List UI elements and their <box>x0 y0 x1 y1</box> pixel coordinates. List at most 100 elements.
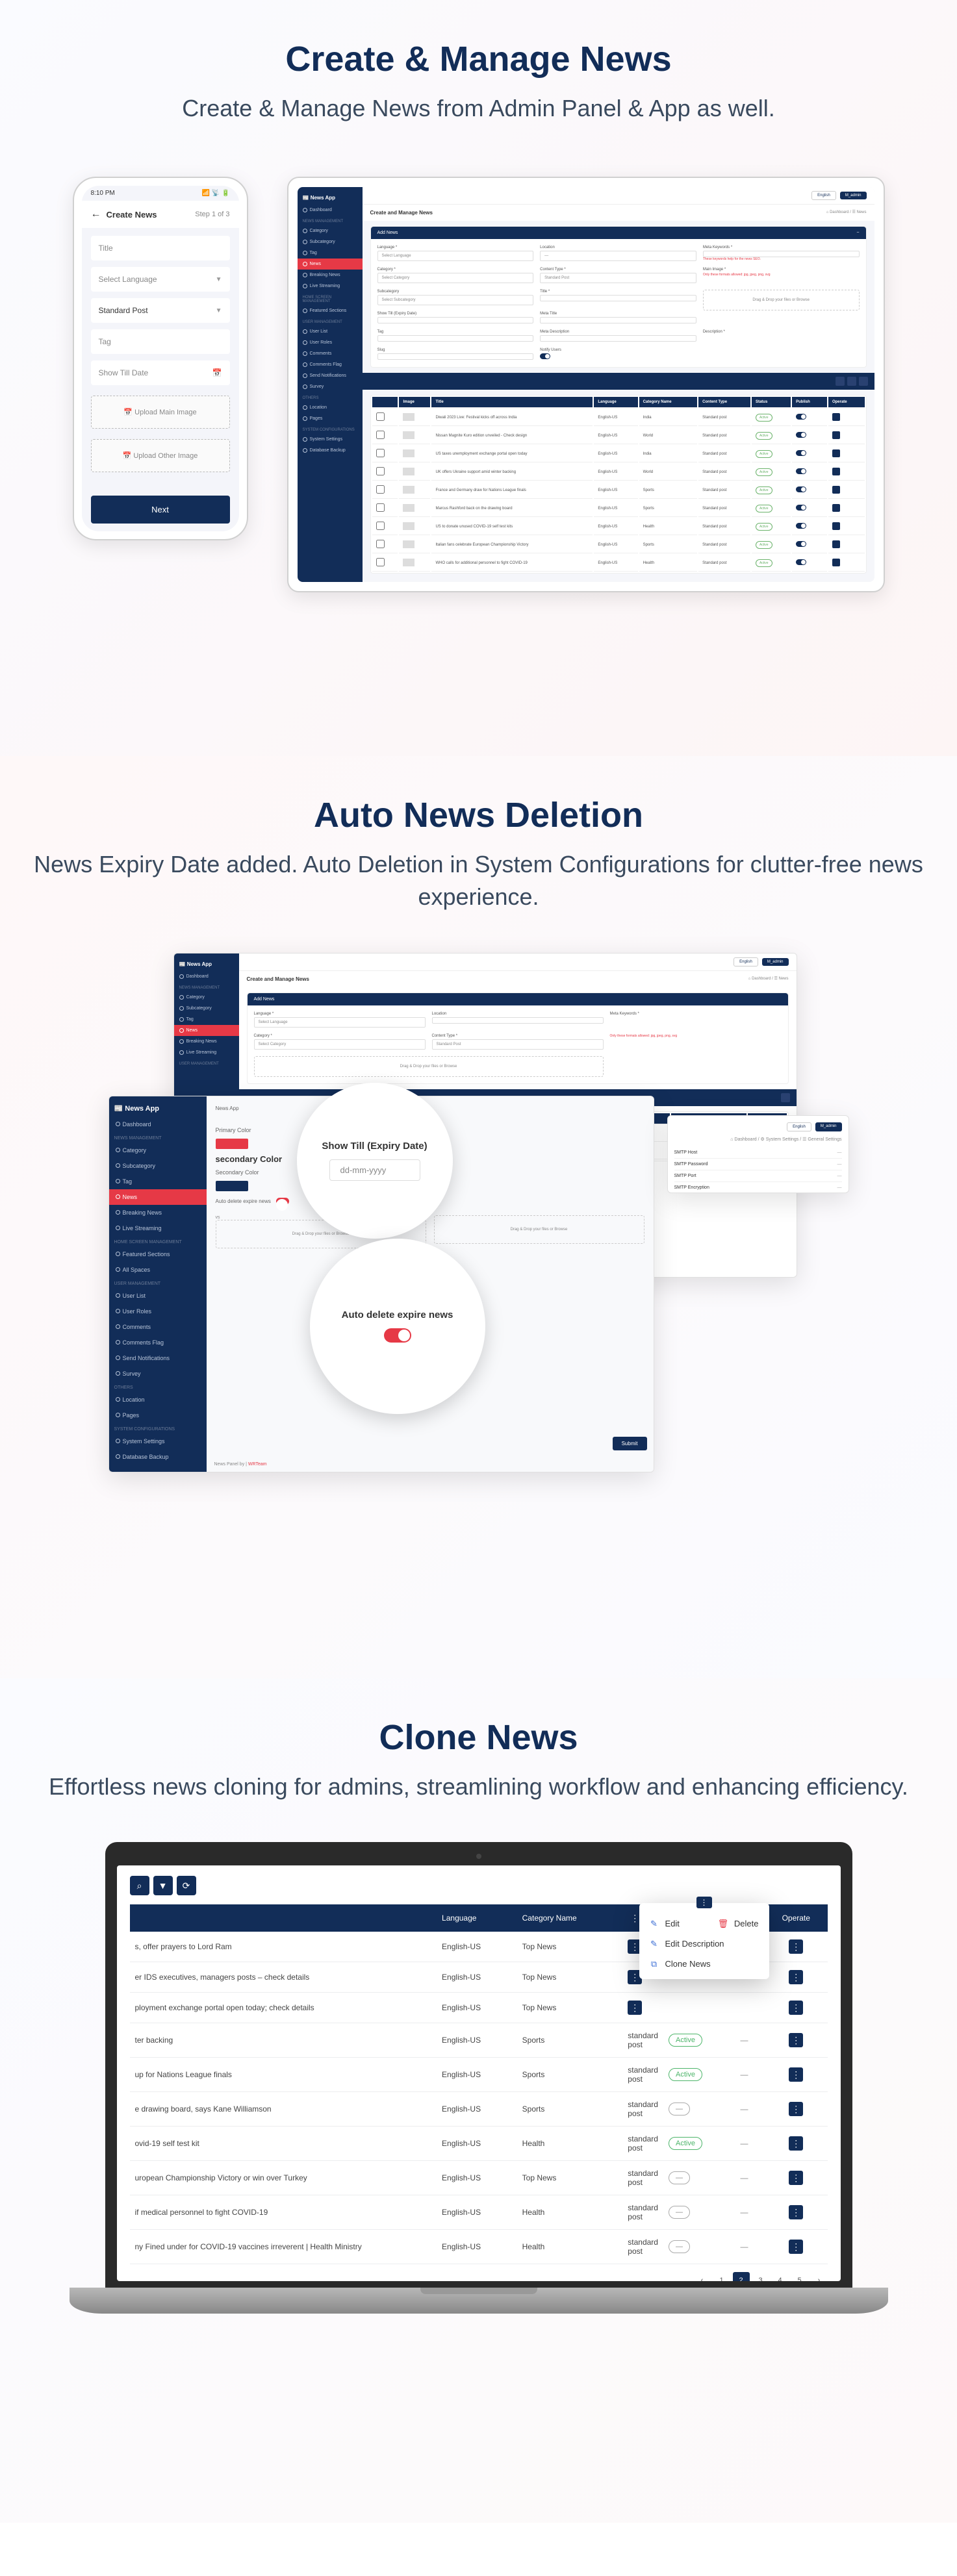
show-till-input[interactable] <box>377 317 534 323</box>
sidebar-item[interactable]: Comments <box>109 1319 207 1335</box>
sidebar-item[interactable]: Survey <box>298 381 363 392</box>
row-checkbox[interactable] <box>376 485 385 494</box>
upload-main-image[interactable]: 📅 Upload Main Image <box>91 396 230 429</box>
sidebar-item[interactable]: Subcategory <box>174 1003 239 1014</box>
sidebar-item-dashboard[interactable]: Dashboard <box>298 205 363 216</box>
tag-input[interactable]: Tag <box>91 329 230 354</box>
sidebar-item[interactable]: Featured Sections <box>109 1246 207 1262</box>
language-select[interactable]: Select Language <box>377 251 534 261</box>
row-menu-button[interactable]: ⋮ <box>789 2102 803 2116</box>
sidebar-item[interactable]: Pages <box>298 413 363 424</box>
search-icon[interactable] <box>836 377 845 386</box>
sidebar-item[interactable]: User Roles <box>109 1304 207 1319</box>
color-swatch[interactable] <box>216 1139 248 1149</box>
menu-clone-news[interactable]: ⧉Clone News <box>639 1954 769 1974</box>
lang-pill[interactable]: English <box>734 957 758 966</box>
location-select[interactable]: — <box>540 251 696 261</box>
date-input[interactable]: dd-mm-yyyy <box>329 1159 420 1181</box>
row-menu-button[interactable] <box>832 468 840 475</box>
sidebar-item[interactable]: Featured Sections <box>298 305 363 316</box>
sidebar-item[interactable]: Tag <box>174 1014 239 1025</box>
refresh-button[interactable]: ⟳ <box>177 1876 196 1895</box>
post-type-select[interactable]: Standard Post▼ <box>91 298 230 323</box>
sidebar-item[interactable]: Subcategory <box>109 1158 207 1174</box>
back-icon[interactable]: ← <box>91 208 101 220</box>
lang-pill[interactable]: English <box>787 1122 811 1131</box>
col-checkbox[interactable] <box>372 397 398 408</box>
sidebar-item[interactable]: Pages <box>109 1408 207 1423</box>
meta-desc-input[interactable] <box>540 335 696 342</box>
meta-title-input[interactable] <box>540 317 696 323</box>
publish-toggle[interactable] <box>796 432 806 438</box>
search-button[interactable]: ⌕ <box>130 1876 149 1895</box>
row-checkbox[interactable] <box>376 540 385 548</box>
sidebar-item[interactable]: Send Notifications <box>109 1350 207 1366</box>
submit-button[interactable]: Submit <box>613 1437 647 1450</box>
page-num[interactable]: 1 <box>713 2272 730 2281</box>
row-menu-button[interactable] <box>832 413 840 421</box>
row-checkbox[interactable] <box>376 503 385 512</box>
sidebar-item[interactable]: Survey <box>109 1366 207 1382</box>
language-select[interactable]: Select Language▼ <box>91 267 230 292</box>
sidebar-item[interactable]: Location <box>109 1392 207 1408</box>
content-type-select[interactable]: Standard Post <box>540 273 696 283</box>
row-menu-button[interactable]: ⋮ <box>789 2205 803 2219</box>
sidebar-item[interactable]: System Settings <box>109 1433 207 1449</box>
publish-toggle[interactable] <box>796 486 806 492</box>
sidebar-item[interactable]: System Settings <box>298 434 363 445</box>
page-prev[interactable]: ‹ <box>694 2272 711 2281</box>
sidebar-item[interactable]: Tag <box>109 1174 207 1189</box>
row-menu-button[interactable]: ⋮ <box>789 2033 803 2047</box>
publish-toggle[interactable] <box>796 541 806 547</box>
sidebar-item[interactable]: User List <box>298 326 363 337</box>
menu-delete[interactable]: 🗑Delete <box>708 1913 769 1934</box>
sidebar-item[interactable]: Category <box>174 992 239 1003</box>
sidebar-item[interactable]: Comments <box>298 348 363 359</box>
sidebar-item[interactable]: News <box>174 1025 239 1036</box>
publish-toggle[interactable] <box>796 523 806 529</box>
sidebar-item[interactable]: Tag <box>298 247 363 259</box>
sidebar-item[interactable]: Database Backup <box>298 445 363 456</box>
page-num[interactable]: 5 <box>791 2272 808 2281</box>
kebab-icon[interactable]: ⋮ <box>696 1897 712 1908</box>
page-next[interactable]: › <box>811 2272 828 2281</box>
row-menu-button[interactable]: ⋮ <box>789 2240 803 2254</box>
row-menu-button[interactable] <box>832 449 840 457</box>
subcategory-select[interactable]: Select Subcategory <box>377 295 534 305</box>
user-pill[interactable]: M_admin <box>762 958 789 966</box>
row-menu-button[interactable]: ⋮ <box>789 2067 803 2082</box>
category-select[interactable]: Select Category <box>377 273 534 283</box>
sidebar-item[interactable]: Send Notifications <box>298 370 363 381</box>
publish-toggle[interactable] <box>796 468 806 474</box>
upload-dropzone[interactable]: Drag & Drop your files or Browse <box>703 290 860 310</box>
sidebar-item[interactable]: Comments Flag <box>298 359 363 370</box>
page-num[interactable]: 3 <box>752 2272 769 2281</box>
sidebar-item[interactable]: Category <box>298 225 363 236</box>
sidebar-item[interactable]: Database Backup <box>109 1449 207 1465</box>
row-menu-button[interactable] <box>832 486 840 494</box>
sidebar-item[interactable]: Breaking News <box>109 1205 207 1220</box>
publish-toggle[interactable] <box>796 559 806 565</box>
upload-other-image[interactable]: 📅 Upload Other Image <box>91 439 230 472</box>
sidebar-item[interactable]: Subcategory <box>298 236 363 247</box>
show-till-input[interactable]: Show Till Date📅 <box>91 360 230 385</box>
row-checkbox[interactable] <box>376 449 385 457</box>
sidebar-item[interactable]: News <box>109 1189 207 1205</box>
filter-button[interactable]: ▼ <box>153 1876 173 1895</box>
row-checkbox[interactable] <box>376 412 385 421</box>
sidebar-item[interactable]: All Spaces <box>109 1262 207 1278</box>
auto-delete-toggle[interactable] <box>276 1198 289 1205</box>
sidebar-item[interactable]: User List <box>109 1288 207 1304</box>
auto-delete-toggle[interactable] <box>384 1328 411 1343</box>
slug-input[interactable] <box>377 353 534 360</box>
sidebar-item-dashboard[interactable]: Dashboard <box>174 971 239 982</box>
sidebar-item[interactable]: Live Streaming <box>174 1047 239 1058</box>
upload-dropzone[interactable]: Drag & Drop your files or Browse <box>434 1215 644 1244</box>
publish-toggle[interactable] <box>796 414 806 420</box>
sidebar-item[interactable]: Breaking News <box>298 270 363 281</box>
page-num[interactable]: 2 <box>733 2272 750 2281</box>
row-checkbox[interactable] <box>376 467 385 475</box>
sidebar-item[interactable]: User Roles <box>298 337 363 348</box>
title-input[interactable] <box>540 295 696 301</box>
row-menu-button[interactable]: ⋮ <box>789 1970 803 1984</box>
